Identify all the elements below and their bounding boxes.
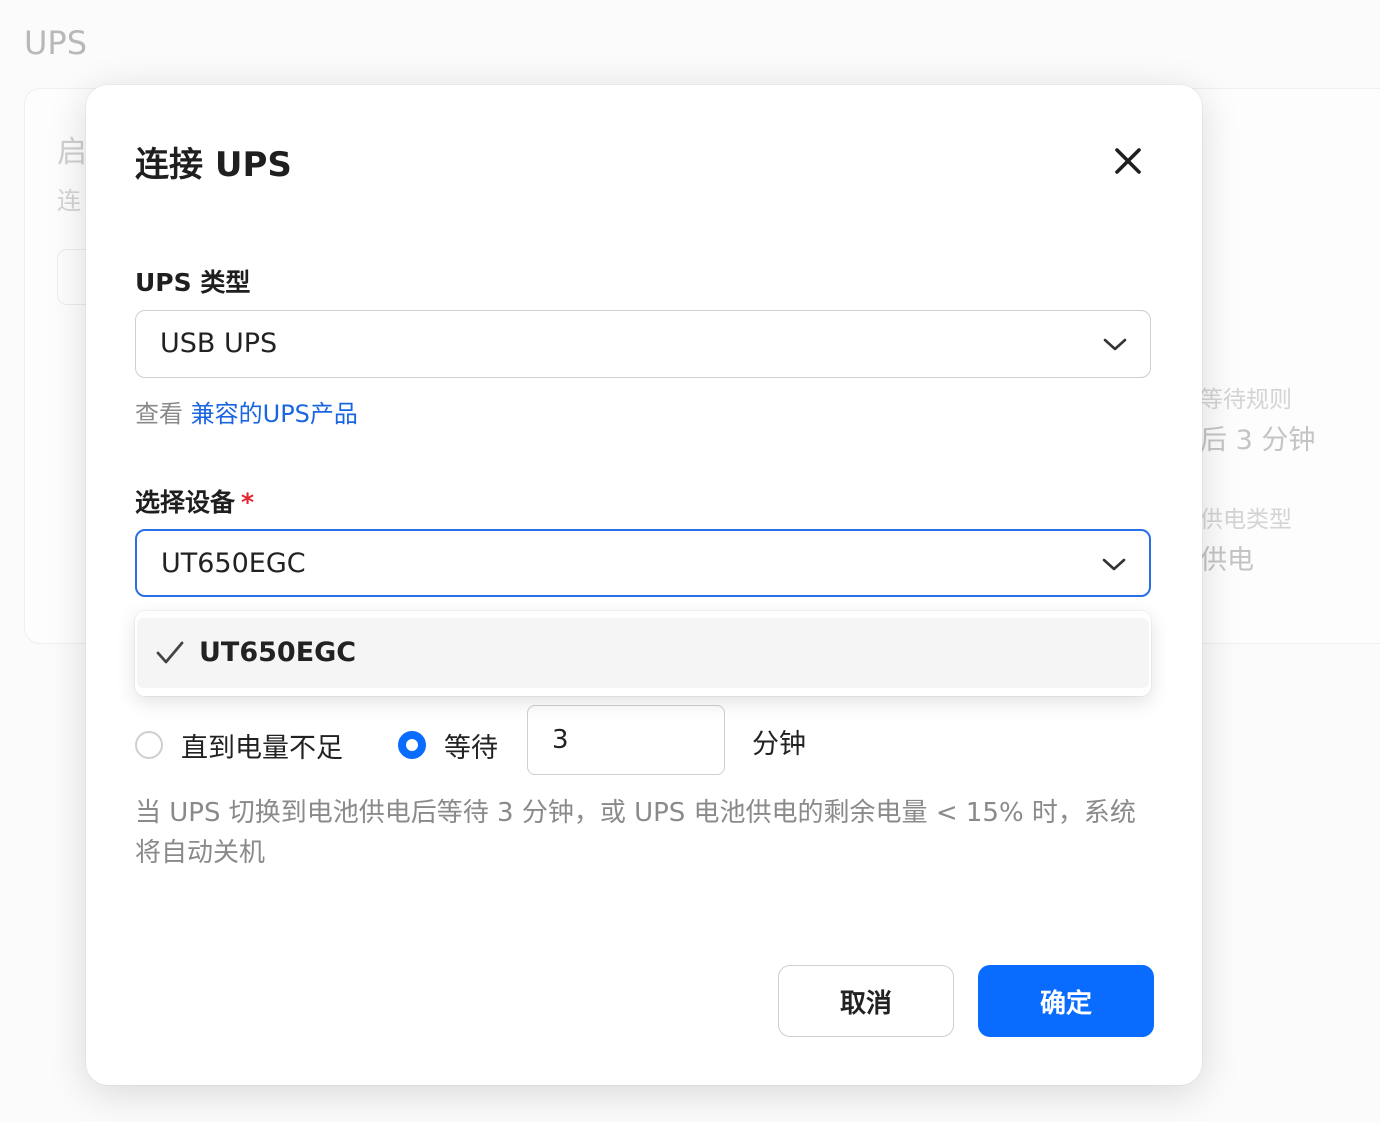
radio-label: 等待 xyxy=(444,732,498,764)
check-icon xyxy=(155,640,185,666)
ups-type-value: USB UPS xyxy=(160,328,278,359)
device-label-text: 选择设备 xyxy=(135,488,236,517)
device-value: UT650EGC xyxy=(161,548,306,579)
info-value-wait-rule: 后 3 分钟 xyxy=(1200,425,1316,456)
chevron-down-icon xyxy=(1102,333,1128,355)
card-subtitle: 连 xyxy=(57,187,81,215)
chevron-down-icon xyxy=(1101,553,1127,575)
radio-indicator xyxy=(398,731,426,759)
info-value-power-type: 供电 xyxy=(1200,545,1254,576)
required-mark: * xyxy=(241,488,255,517)
page-title: UPS xyxy=(24,24,88,62)
close-icon[interactable] xyxy=(1106,139,1150,183)
wait-minutes-input[interactable] xyxy=(527,705,725,775)
radio-label: 直到电量不足 xyxy=(181,732,343,764)
device-select[interactable]: UT650EGC xyxy=(135,529,1151,597)
dialog-title: 连接 UPS xyxy=(135,145,292,185)
ups-type-select[interactable]: USB UPS xyxy=(135,310,1151,378)
shutdown-description: 当 UPS 切换到电池供电后等待 3 分钟，或 UPS 电池供电的剩余电量 < … xyxy=(135,798,1136,868)
radio-wait[interactable]: 等待 xyxy=(398,725,498,765)
radio-indicator xyxy=(135,731,163,759)
device-option[interactable]: UT650EGC xyxy=(137,618,1149,688)
compatibility-helper: 查看 兼容的UPS产品 xyxy=(135,394,358,429)
minutes-unit: 分钟 xyxy=(752,729,806,760)
compatible-ups-link[interactable]: 兼容的UPS产品 xyxy=(191,400,358,428)
ups-type-label: UPS 类型 xyxy=(135,268,251,297)
info-label-power-type: 供电类型 xyxy=(1200,507,1292,533)
device-label: 选择设备 * xyxy=(135,483,254,519)
connect-ups-dialog: 连接 UPS UPS 类型 USB UPS 查看 兼容的UPS产品 选择设备 * … xyxy=(86,85,1202,1085)
radio-until-low-battery[interactable]: 直到电量不足 xyxy=(135,725,343,765)
helper-prefix: 查看 xyxy=(135,400,191,428)
info-label-wait-rule: 等待规则 xyxy=(1200,387,1292,413)
cancel-button[interactable]: 取消 xyxy=(778,965,954,1037)
device-option-label: UT650EGC xyxy=(199,637,357,668)
card-title: 启 xyxy=(57,135,87,170)
device-dropdown: UT650EGC xyxy=(135,611,1151,696)
confirm-button[interactable]: 确定 xyxy=(978,965,1154,1037)
